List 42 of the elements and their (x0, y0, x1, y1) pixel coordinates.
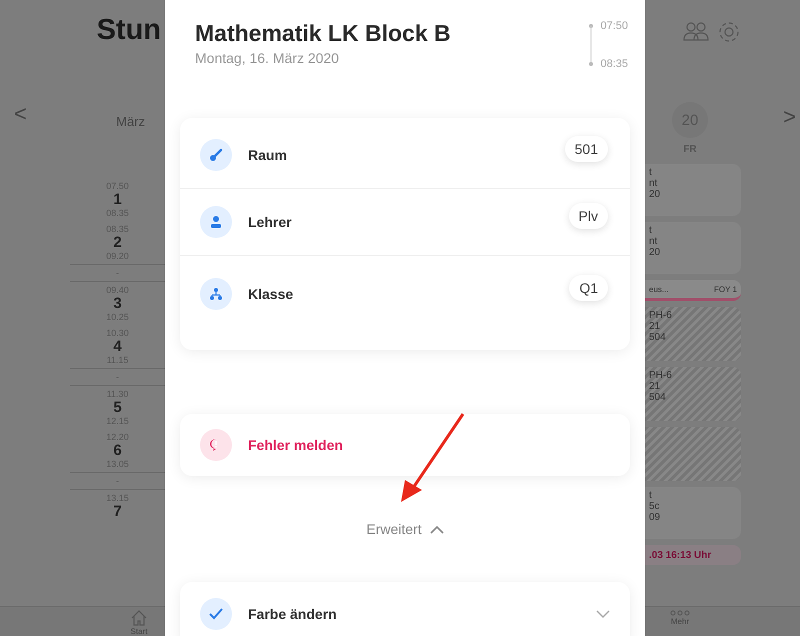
detail-value: 501 (564, 136, 608, 162)
chevron-icon (596, 610, 610, 618)
home-icon (130, 610, 148, 626)
lesson-card[interactable]: PH-6 21 504 (645, 307, 741, 361)
change-color-row[interactable]: Farbe ändern (180, 582, 630, 636)
detail-label: Raum (248, 147, 288, 163)
lesson-card[interactable]: eus... FOY 1 (645, 280, 741, 301)
detail-value: Plv (568, 203, 608, 229)
period-number: 5 (113, 399, 122, 416)
detail-value: Q1 (569, 275, 608, 301)
lesson-card[interactable]: t nt 20 (645, 164, 741, 216)
key-icon (209, 148, 223, 162)
person-icon (209, 215, 223, 229)
lesson-date: Montag, 16. März 2020 (195, 50, 340, 66)
previous-button[interactable]: < (14, 101, 27, 127)
check-icon (209, 608, 223, 620)
lesson-card[interactable]: PH-6 21 504 (645, 367, 741, 421)
period-number: 6 (113, 442, 122, 459)
lesson-title: Mathematik LK Block B (195, 20, 451, 47)
period-number: 1 (113, 191, 122, 208)
more-icon (670, 610, 690, 616)
settings-icon[interactable] (717, 20, 741, 44)
page-title: Stun (96, 14, 161, 48)
detail-label: Klasse (248, 286, 294, 302)
lesson-card[interactable]: .03 16:13 Uhr (645, 545, 741, 565)
report-error-button[interactable]: Fehler melden (180, 414, 630, 476)
people-icon (683, 20, 709, 42)
start-time: 07:50 (600, 20, 628, 32)
period-number: 7 (113, 503, 122, 520)
lesson-card[interactable] (645, 427, 741, 481)
period-number: 3 (113, 295, 122, 312)
hierarchy-icon (209, 287, 223, 301)
chevron-icon (430, 524, 444, 534)
period-number: 2 (113, 234, 122, 251)
next-button[interactable]: > (783, 104, 796, 130)
detail-label: Lehrer (248, 214, 293, 230)
end-time: 08:35 (600, 58, 628, 70)
period-number: 4 (113, 338, 122, 355)
month-label: März (116, 114, 145, 128)
lesson-card[interactable]: t nt 20 (645, 222, 741, 274)
expand-toggle[interactable]: Erweitert (360, 520, 450, 538)
lesson-card[interactable]: t 5c 09 (645, 487, 741, 539)
